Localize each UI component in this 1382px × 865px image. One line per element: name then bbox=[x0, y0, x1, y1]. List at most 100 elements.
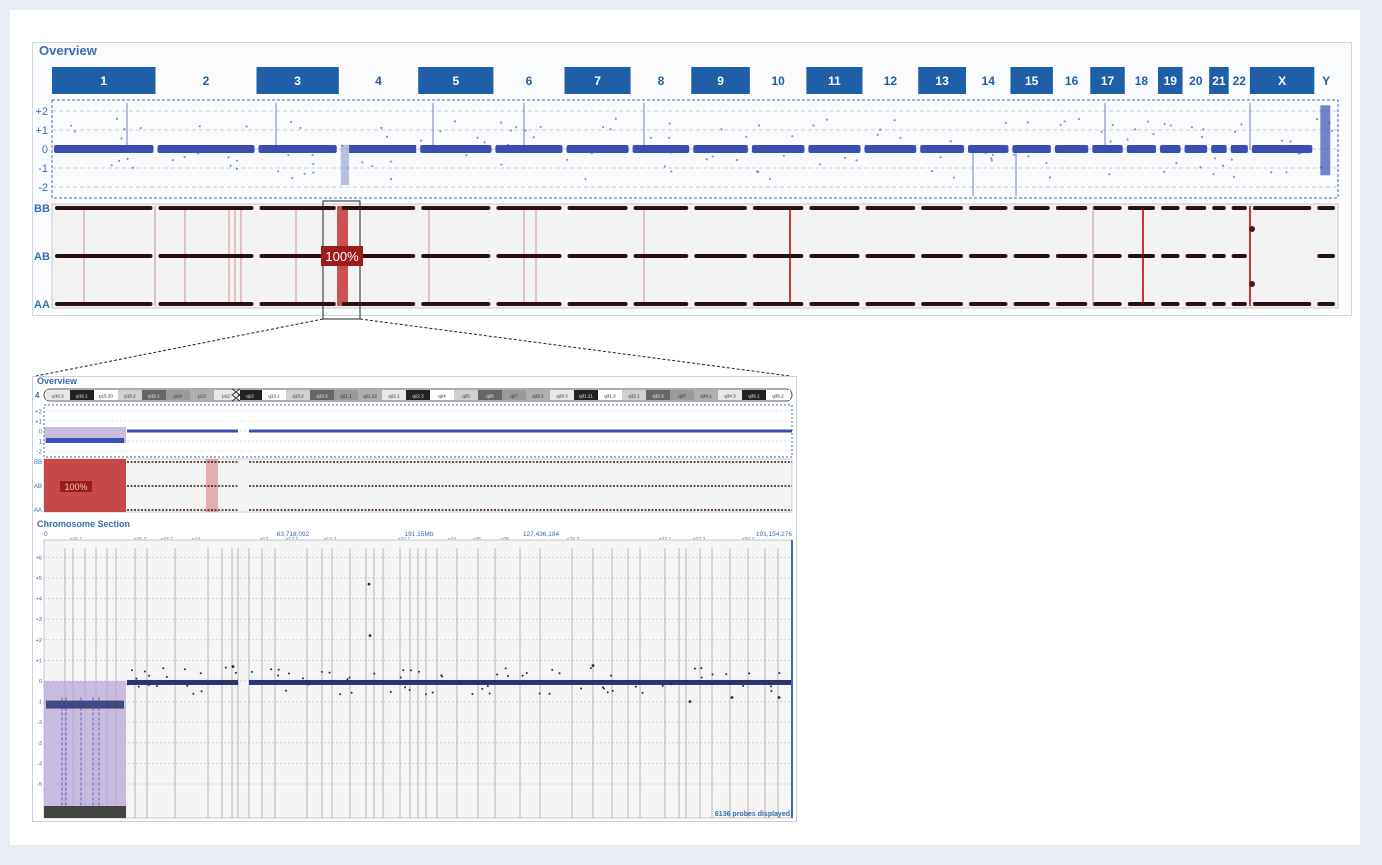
baf-band-13[interactable] bbox=[921, 302, 963, 306]
loss-probes[interactable] bbox=[340, 145, 350, 185]
baf-band-22[interactable] bbox=[1231, 206, 1247, 210]
chromosome-label-Y[interactable]: Y bbox=[1322, 74, 1330, 88]
chromosome-label-13[interactable]: 13 bbox=[935, 74, 949, 88]
probe-band-20[interactable] bbox=[1184, 145, 1208, 153]
probe-band-12[interactable] bbox=[864, 145, 917, 153]
baf-band-12[interactable] bbox=[865, 302, 916, 306]
baf-band-14[interactable] bbox=[968, 254, 1008, 258]
chromosome-label-20[interactable]: 20 bbox=[1189, 74, 1203, 88]
probe-band-17[interactable] bbox=[1092, 145, 1123, 153]
chromosome-label-17[interactable]: 17 bbox=[1101, 74, 1115, 88]
baf-band-4[interactable] bbox=[341, 302, 416, 306]
baf-band-8[interactable] bbox=[633, 302, 689, 306]
baf-band-8[interactable] bbox=[633, 254, 689, 258]
chromosome-label-21[interactable]: 21 bbox=[1212, 74, 1226, 88]
baf-band-19[interactable] bbox=[1161, 206, 1180, 210]
baf-band-9[interactable] bbox=[694, 254, 747, 258]
baf-band-21[interactable] bbox=[1212, 302, 1226, 306]
baf-band-14[interactable] bbox=[968, 206, 1008, 210]
genome-overview-chart[interactable]: 1 2 3 4 5 6 7 8 9 10 11 12 13 14 15 16 17 18 19 20 21 22 X Y +2… bbox=[0, 0, 1382, 377]
chromosome-label-14[interactable]: 14 bbox=[982, 74, 996, 88]
baf-band-8[interactable] bbox=[633, 206, 689, 210]
baf-band-10[interactable] bbox=[752, 206, 804, 210]
baf-band-15[interactable] bbox=[1013, 254, 1050, 258]
probe-band-22[interactable] bbox=[1230, 145, 1248, 153]
baf-band-11[interactable] bbox=[809, 254, 860, 258]
baf-band-1[interactable] bbox=[55, 254, 153, 258]
baf-band-15[interactable] bbox=[1013, 302, 1050, 306]
baf-band-7[interactable] bbox=[567, 206, 628, 210]
baf-band-9[interactable] bbox=[694, 206, 747, 210]
baf-band-18[interactable] bbox=[1127, 206, 1156, 210]
chromosome-label-6[interactable]: 6 bbox=[526, 74, 533, 88]
baf-band-18[interactable] bbox=[1127, 254, 1156, 258]
baf-band-X[interactable] bbox=[1252, 206, 1312, 210]
probe-band-2[interactable] bbox=[157, 145, 255, 153]
baf-band-20[interactable] bbox=[1185, 206, 1207, 210]
baf-band-4[interactable] bbox=[341, 206, 416, 210]
baf-band-18[interactable] bbox=[1127, 302, 1156, 306]
baf-band-12[interactable] bbox=[865, 254, 916, 258]
baf-band-16[interactable] bbox=[1055, 206, 1088, 210]
baf-band-7[interactable] bbox=[567, 254, 628, 258]
baf-band-3[interactable] bbox=[259, 302, 336, 306]
probe-band-8[interactable] bbox=[632, 145, 690, 153]
chromosome-label-18[interactable]: 18 bbox=[1135, 74, 1149, 88]
chromosome-label-12[interactable]: 12 bbox=[884, 74, 898, 88]
baf-band-6[interactable] bbox=[496, 302, 562, 306]
baf-band-22[interactable] bbox=[1231, 302, 1247, 306]
chromosome-label-11[interactable]: 11 bbox=[828, 74, 841, 88]
chromosome-label-22[interactable]: 22 bbox=[1233, 74, 1247, 88]
baf-band-19[interactable] bbox=[1161, 302, 1180, 306]
chromosome-label-2[interactable]: 2 bbox=[203, 74, 210, 88]
probe-band-15[interactable] bbox=[1012, 145, 1051, 153]
baf-band-13[interactable] bbox=[921, 254, 963, 258]
probe-band-1[interactable] bbox=[54, 145, 154, 153]
baf-band-21[interactable] bbox=[1212, 206, 1226, 210]
probe-band-14[interactable] bbox=[967, 145, 1009, 153]
baf-band-5[interactable] bbox=[421, 254, 491, 258]
baf-band-20[interactable] bbox=[1185, 254, 1207, 258]
baf-band-Y[interactable] bbox=[1317, 254, 1335, 258]
baf-band-22[interactable] bbox=[1231, 254, 1247, 258]
baf-band-19[interactable] bbox=[1161, 254, 1180, 258]
baf-band-6[interactable] bbox=[496, 254, 562, 258]
probe-band-9[interactable] bbox=[693, 145, 748, 153]
baf-band-17[interactable] bbox=[1093, 206, 1122, 210]
baf-band-17[interactable] bbox=[1093, 254, 1122, 258]
chromosome-label-19[interactable]: 19 bbox=[1164, 74, 1178, 88]
chromosome-label-8[interactable]: 8 bbox=[658, 74, 665, 88]
baf-band-2[interactable] bbox=[158, 206, 254, 210]
baf-band-11[interactable] bbox=[809, 302, 860, 306]
chromosome-label-10[interactable]: 10 bbox=[771, 74, 785, 88]
baf-band-2[interactable] bbox=[158, 302, 254, 306]
chromosome-label-3[interactable]: 3 bbox=[294, 74, 301, 88]
baf-band-17[interactable] bbox=[1093, 302, 1122, 306]
probe-band-6[interactable] bbox=[495, 145, 563, 153]
baf-band-5[interactable] bbox=[421, 206, 491, 210]
baf-band-1[interactable] bbox=[55, 302, 153, 306]
baf-band-15[interactable] bbox=[1013, 206, 1050, 210]
probe-band-5[interactable] bbox=[420, 145, 492, 153]
chromosome-label-1[interactable]: 1 bbox=[100, 74, 107, 88]
chromosome-label-5[interactable]: 5 bbox=[452, 74, 459, 88]
baf-band-21[interactable] bbox=[1212, 254, 1226, 258]
baf-band-13[interactable] bbox=[921, 206, 963, 210]
probe-band-19[interactable] bbox=[1160, 145, 1181, 153]
chromosome-label-16[interactable]: 16 bbox=[1065, 74, 1079, 88]
baf-band-16[interactable] bbox=[1055, 302, 1088, 306]
chromosome-label-9[interactable]: 9 bbox=[717, 74, 724, 88]
baf-band-11[interactable] bbox=[809, 206, 860, 210]
probe-band-X[interactable] bbox=[1251, 145, 1313, 153]
probe-band-3[interactable] bbox=[258, 145, 337, 153]
baf-band-6[interactable] bbox=[496, 206, 562, 210]
baf-band-5[interactable] bbox=[421, 302, 491, 306]
baf-band-14[interactable] bbox=[968, 302, 1008, 306]
baf-band-7[interactable] bbox=[567, 302, 628, 306]
probe-band-18[interactable] bbox=[1126, 145, 1157, 153]
baf-band-X[interactable] bbox=[1252, 302, 1312, 306]
baf-band-Y[interactable] bbox=[1317, 302, 1335, 306]
baf-band-3[interactable] bbox=[259, 206, 336, 210]
chromosome-label-15[interactable]: 15 bbox=[1025, 74, 1039, 88]
probe-band-10[interactable] bbox=[751, 145, 805, 153]
